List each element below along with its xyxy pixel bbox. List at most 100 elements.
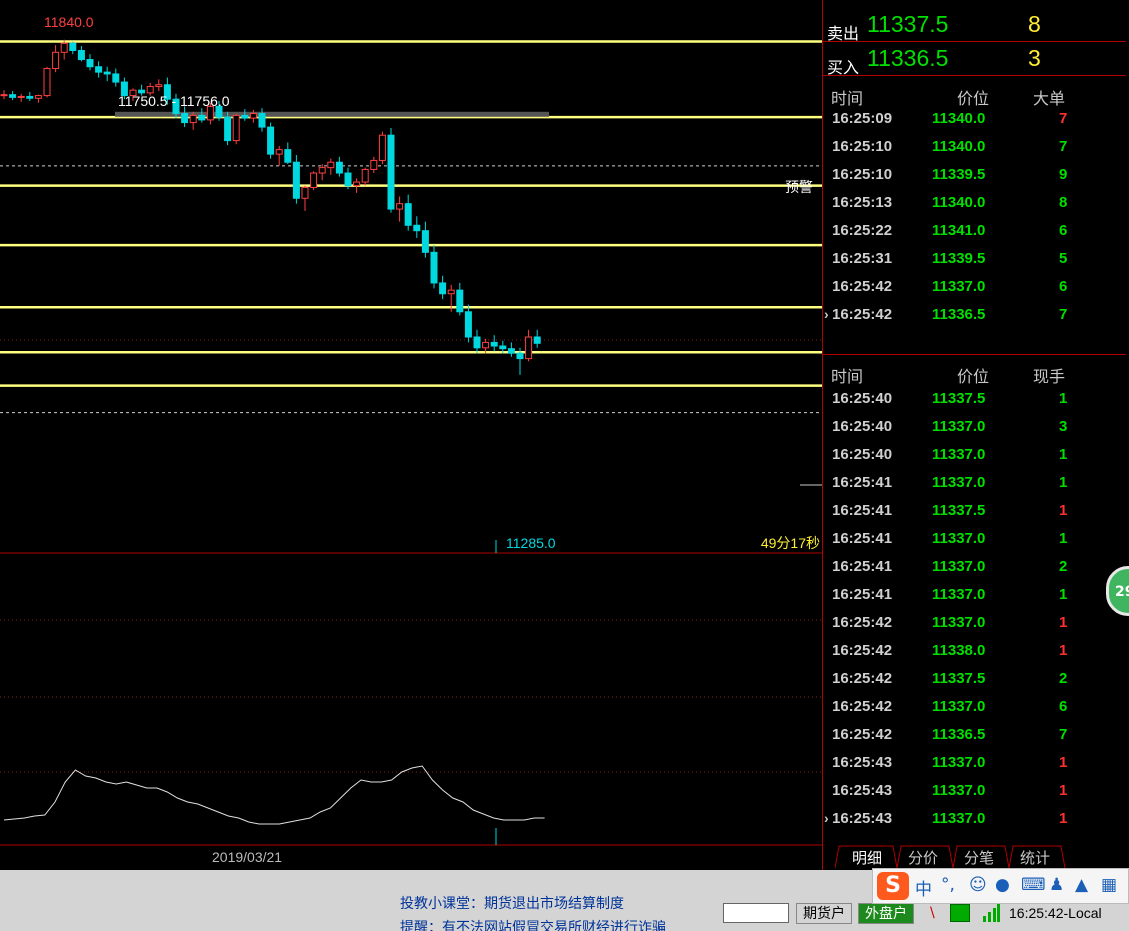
ticker-line[interactable]: 投教小课堂：期货退出市场结算制度	[400, 895, 624, 913]
list-item[interactable]: › 16:25:43 11337.0 1	[823, 805, 1126, 833]
candle-body	[499, 345, 507, 350]
list-item[interactable]: 16:25:40 11337.0 1	[823, 441, 1126, 469]
list-item[interactable]: 16:25:10 11340.0 7	[823, 133, 1126, 161]
trade-price: 11337.0	[932, 810, 986, 827]
tab-stats[interactable]: 统计	[1007, 845, 1063, 867]
trade-price: 11337.5	[932, 390, 986, 407]
trade-volume: 1	[1059, 754, 1068, 771]
trade-time: 16:25:42	[832, 306, 893, 323]
range-label: 11750.5 - 11756.0	[118, 93, 230, 109]
candle-body	[361, 168, 369, 183]
trade-volume: 1	[1059, 502, 1068, 519]
trade-price: 11337.0	[932, 614, 986, 631]
countdown-label: 49分17秒	[761, 535, 820, 551]
chart-canvas[interactable]: 11840.0 11750.5 - 11756.0 预警 11285.0 49分17秒 2…	[0, 0, 822, 870]
candle-body	[533, 336, 541, 344]
trade-volume: 1	[1059, 446, 1068, 463]
candle-body	[378, 134, 386, 161]
trade-price: 11336.5	[932, 726, 986, 743]
ime-punct[interactable]: °,	[941, 875, 955, 895]
list-item[interactable]: 16:25:41 11337.0 2	[823, 553, 1126, 581]
trade-volume: 1	[1059, 782, 1068, 799]
trade-price: 11337.0	[932, 698, 986, 715]
trade-time: 16:25:22	[832, 222, 893, 239]
candle-body	[189, 114, 197, 124]
list-item[interactable]: 16:25:09 11340.0 7	[823, 105, 1126, 133]
candlestick-chart[interactable]: 11840.0 11750.5 - 11756.0 预警 11285.0 49分17秒 2…	[0, 0, 822, 870]
foreign-account-button[interactable]: 外盘户	[858, 903, 914, 924]
candle-body	[112, 73, 120, 83]
trade-time: 16:25:40	[832, 446, 893, 463]
list-item[interactable]: 16:25:41 11337.5 1	[823, 497, 1126, 525]
list-item[interactable]: 16:25:13 11340.0 8	[823, 189, 1126, 217]
status-input[interactable]	[723, 903, 789, 923]
sogou-logo-icon[interactable]: S	[877, 872, 909, 900]
big-orders-header: 时间 价位 大单	[823, 83, 1126, 108]
list-item[interactable]: 16:25:41 11337.0 1	[823, 469, 1126, 497]
trade-volume: 7	[1059, 138, 1068, 155]
candle-body	[473, 336, 481, 349]
list-item[interactable]: 16:25:42 11337.5 2	[823, 665, 1126, 693]
futures-account-button[interactable]: 期货户	[796, 903, 852, 924]
list-item[interactable]: 16:25:10 11339.5 9	[823, 161, 1126, 189]
trade-price: 11337.0	[932, 530, 986, 547]
trade-time: 16:25:42	[832, 670, 893, 687]
trade-price: 11339.5	[932, 166, 986, 183]
ticker-line[interactable]: 提醒：有不法网站假冒交易所财经进行诈骗	[400, 917, 666, 931]
grid-icon[interactable]: ▦	[1101, 875, 1117, 895]
list-item[interactable]: 16:25:40 11337.5 1	[823, 385, 1126, 413]
ime-toolbar[interactable]: S 中 °, ☺ ● ⌨ ♟ ▲ ▦	[872, 868, 1129, 904]
trade-time: 16:25:42	[832, 698, 893, 715]
list-item[interactable]: 16:25:22 11341.0 6	[823, 217, 1126, 245]
candle-body	[439, 282, 447, 295]
ime-mode[interactable]: 中	[915, 875, 932, 900]
trade-time: 16:25:42	[832, 642, 893, 659]
trade-time: 16:25:13	[832, 194, 893, 211]
candle-body	[447, 289, 455, 295]
list-item[interactable]: 16:25:43 11337.0 1	[823, 777, 1126, 805]
skin-icon[interactable]: ▲	[1075, 875, 1088, 895]
volume-line	[3, 765, 545, 825]
list-item[interactable]: 16:25:42 11337.0 6	[823, 693, 1126, 721]
list-item[interactable]: 16:25:42 11338.0 1	[823, 637, 1126, 665]
trade-price: 11340.0	[932, 110, 986, 127]
emoji-icon[interactable]: ☺	[969, 875, 987, 895]
trade-volume: 7	[1059, 306, 1068, 323]
tab-detail[interactable]: 明细	[839, 845, 895, 867]
trade-volume: 1	[1059, 474, 1068, 491]
tab-price-dist[interactable]: 分价	[895, 845, 951, 867]
trade-volume: 7	[1059, 726, 1068, 743]
list-item[interactable]: 16:25:31 11339.5 5	[823, 245, 1126, 273]
list-item[interactable]: 16:25:41 11337.0 1	[823, 525, 1126, 553]
candle-body	[370, 159, 378, 170]
trade-volume: 5	[1059, 250, 1068, 267]
list-item[interactable]: 16:25:41 11337.0 1	[823, 581, 1126, 609]
bid-volume: 3	[1028, 45, 1041, 71]
list-item[interactable]: 16:25:42 11337.0 1	[823, 609, 1126, 637]
trade-time: 16:25:10	[832, 138, 893, 155]
list-item[interactable]: 16:25:43 11337.0 1	[823, 749, 1126, 777]
trade-price: 11337.0	[932, 278, 986, 295]
user-icon[interactable]: ♟	[1049, 875, 1064, 895]
candle-body	[224, 116, 232, 142]
trade-time: 16:25:09	[832, 110, 893, 127]
trade-time: 16:25:43	[832, 754, 893, 771]
list-item[interactable]: 16:25:42 11336.5 7	[823, 721, 1126, 749]
candle-body	[344, 172, 352, 187]
tab-tick[interactable]: 分笔	[951, 845, 1007, 867]
trade-time: 16:25:41	[832, 558, 893, 575]
list-item[interactable]: 16:25:42 11337.0 6	[823, 273, 1126, 301]
candle-body	[430, 251, 438, 284]
keyboard-icon[interactable]: ⌨	[1021, 875, 1046, 895]
microphone-icon[interactable]: ●	[995, 875, 1010, 895]
candle-body	[421, 230, 429, 253]
trade-volume: 7	[1059, 110, 1068, 127]
list-item[interactable]: 16:25:40 11337.0 3	[823, 413, 1126, 441]
candle-body	[284, 149, 292, 163]
list-item[interactable]: › 16:25:42 11336.5 7	[823, 301, 1126, 329]
candle-body	[232, 114, 240, 142]
candle-body	[413, 224, 421, 232]
trade-price: 11337.0	[932, 754, 986, 771]
news-ticker[interactable]: 投教小课堂：期货退出市场结算制度 提醒：有不法网站假冒交易所财经进行诈骗	[400, 895, 720, 931]
trade-volume: 6	[1059, 278, 1068, 295]
